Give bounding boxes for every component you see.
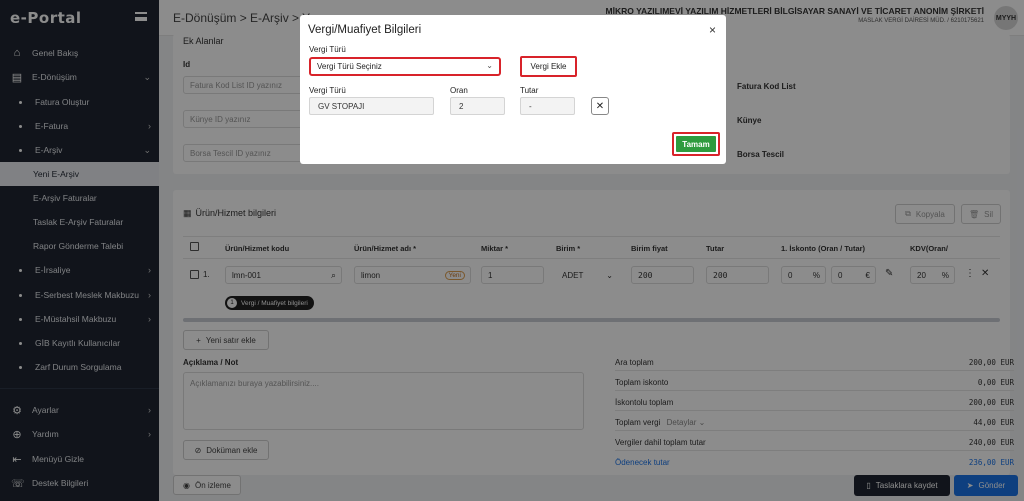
tax-type-field[interactable]: GV STOPAJI xyxy=(309,97,434,115)
modal-title: Vergi/Muafiyet Bilgileri xyxy=(308,24,422,36)
col-tax-type: Vergi Türü xyxy=(309,86,346,95)
tax-exemption-modal: Vergi/Muafiyet Bilgileri × Vergi Türü Ve… xyxy=(300,15,726,164)
tax-rate-field[interactable]: 2 xyxy=(450,97,505,115)
add-tax-button[interactable]: Vergi Ekle xyxy=(520,56,577,77)
remove-tax-row-button[interactable]: ✕ xyxy=(591,97,609,115)
close-icon[interactable]: × xyxy=(709,23,716,37)
close-icon: ✕ xyxy=(595,100,605,112)
vergi-turu-select[interactable]: Vergi Türü Seçiniz ⌄ xyxy=(309,57,501,76)
col-tax-amount: Tutar xyxy=(520,86,539,95)
col-tax-rate: Oran xyxy=(450,86,468,95)
ok-button[interactable]: Tamam xyxy=(672,132,720,156)
chevron-down-icon: ⌄ xyxy=(486,61,493,70)
vergi-turu-label: Vergi Türü xyxy=(309,45,346,54)
tax-amount-field[interactable]: - xyxy=(520,97,575,115)
